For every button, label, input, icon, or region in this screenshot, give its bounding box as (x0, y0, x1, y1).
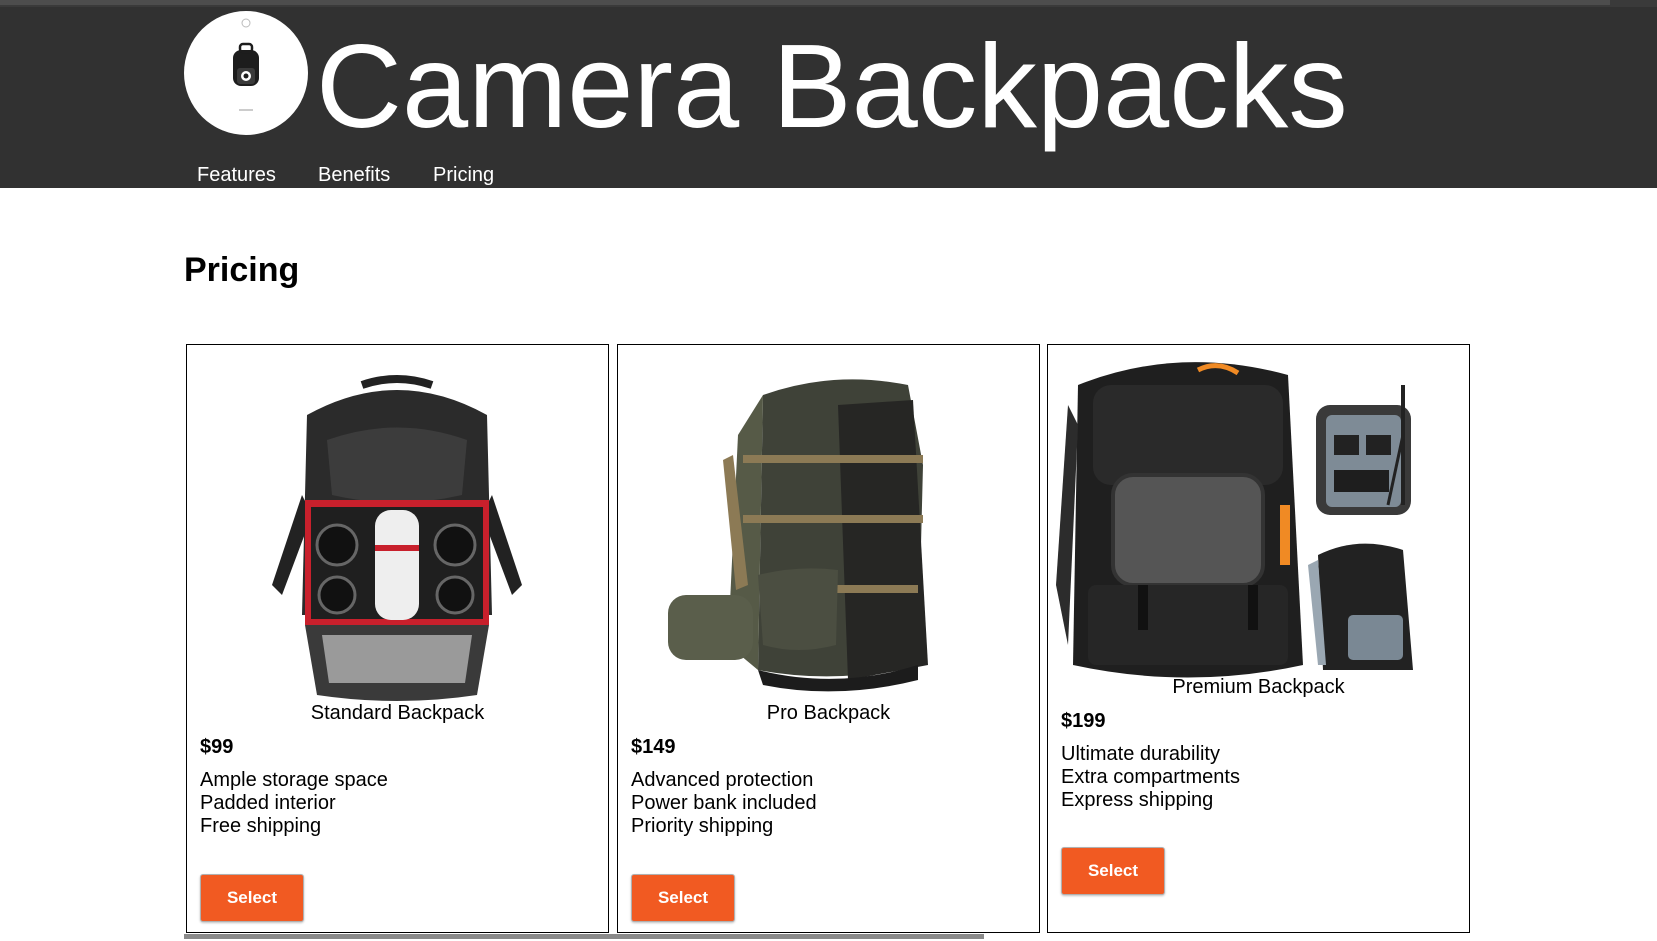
plan-price: $149 (631, 736, 676, 758)
select-pro-button[interactable]: Select (631, 874, 735, 922)
plan-name: Standard Backpack (310, 702, 485, 724)
pricing-card-premium: Premium Backpack $199 Ultimate durabilit… (1047, 344, 1470, 933)
select-premium-button[interactable]: Select (1061, 847, 1165, 895)
plan-price: $99 (200, 736, 234, 758)
pricing-card-pro: Pro Backpack $149 Advanced protection Po… (617, 344, 1040, 933)
nav-link-features[interactable]: Features (197, 162, 276, 188)
plan-feature: Ultimate durability (1061, 743, 1220, 765)
plan-features: Ample storage space Padded interior Free… (200, 769, 388, 838)
standard-backpack-image (195, 353, 550, 713)
pro-backpack-image (668, 365, 988, 705)
horizontal-scrollbar[interactable] (184, 934, 984, 939)
pricing-card-standard: Standard Backpack $99 Ample storage spac… (186, 344, 609, 933)
plan-features: Advanced protection Power bank included … (631, 769, 817, 838)
plan-feature: Ample storage space (200, 769, 388, 791)
plan-feature: Extra compartments (1061, 766, 1240, 788)
site-header: Camera Backpacks Features Benefits Prici… (0, 7, 1657, 188)
plan-feature: Free shipping (200, 815, 322, 837)
browser-top-edge-inner (0, 0, 1610, 5)
nav-link-pricing[interactable]: Pricing (433, 162, 494, 188)
premium-backpack-image (1048, 345, 1469, 695)
plan-name: Pro Backpack (766, 702, 891, 724)
plan-feature: Advanced protection (631, 769, 814, 791)
plan-feature: Padded interior (200, 792, 336, 814)
plan-name: Premium Backpack (1172, 676, 1345, 698)
select-standard-button[interactable]: Select (200, 874, 304, 922)
plan-price: $199 (1061, 710, 1106, 732)
nav-link-benefits[interactable]: Benefits (318, 162, 390, 188)
plan-feature: Power bank included (631, 792, 817, 814)
plan-feature: Priority shipping (631, 815, 774, 837)
plan-feature: Express shipping (1061, 789, 1214, 811)
site-title: Camera Backpacks (316, 20, 1348, 153)
browser-top-edge (0, 0, 1657, 7)
pricing-heading: Pricing (184, 251, 300, 289)
plan-features: Ultimate durability Extra compartments E… (1061, 743, 1240, 812)
backpack-logo-icon[interactable] (184, 11, 308, 135)
